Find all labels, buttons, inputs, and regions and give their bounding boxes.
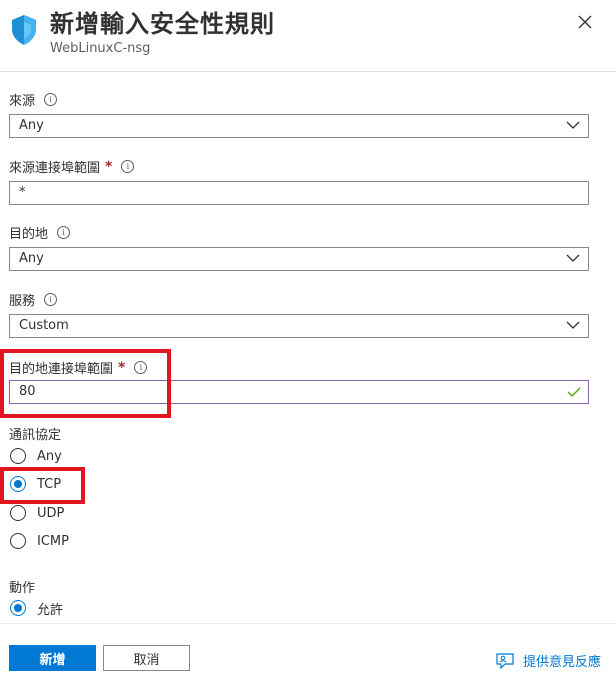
- protocol-option-any[interactable]: Any: [10, 446, 62, 466]
- destination-label: 目的地 i: [9, 223, 71, 242]
- radio-button[interactable]: [10, 533, 26, 549]
- checkmark-icon: [567, 387, 581, 397]
- service-label: 服務 i: [9, 290, 58, 309]
- required-marker: *: [118, 359, 126, 376]
- action-label-text: 動作: [9, 581, 36, 596]
- protocol-label-text: 通訊協定: [9, 428, 62, 443]
- source-label-text: 來源: [9, 94, 36, 109]
- page-title: 新增輸入安全性規則: [50, 10, 275, 38]
- feedback-icon: [496, 652, 514, 669]
- footer-divider: [0, 623, 616, 624]
- radio-label: TCP: [37, 476, 62, 492]
- source-port-label: 來源連接埠範圍 * i: [9, 157, 135, 176]
- radio-button[interactable]: [10, 448, 26, 464]
- add-button[interactable]: 新增: [9, 645, 96, 671]
- protocol-option-tcp[interactable]: TCP: [10, 474, 61, 494]
- destination-select[interactable]: Any: [9, 247, 589, 271]
- close-icon[interactable]: [575, 12, 595, 32]
- dest-port-label-text: 目的地連接埠範圍: [9, 362, 114, 377]
- radio-button-checked[interactable]: [10, 600, 26, 616]
- cancel-button[interactable]: 取消: [103, 645, 190, 671]
- radio-button[interactable]: [10, 505, 26, 521]
- source-label: 來源 i: [9, 90, 58, 109]
- source-port-label-text: 來源連接埠範圍: [9, 161, 101, 176]
- shield-icon: [12, 15, 36, 45]
- protocol-option-icmp[interactable]: ICMP: [10, 531, 69, 551]
- dest-port-label: 目的地連接埠範圍 * i: [9, 358, 148, 377]
- radio-label: Any: [37, 448, 62, 464]
- info-icon[interactable]: i: [121, 160, 135, 173]
- chevron-down-icon: [566, 121, 580, 129]
- feedback-label: 提供意見反應: [523, 655, 602, 670]
- dest-port-input[interactable]: 80: [9, 380, 589, 404]
- radio-button-checked[interactable]: [10, 476, 26, 492]
- panel-header: 新增輸入安全性規則 WebLinuxC-nsg: [0, 0, 616, 70]
- service-label-text: 服務: [9, 294, 36, 309]
- destination-label-text: 目的地: [9, 227, 49, 242]
- source-port-value: *: [19, 185, 26, 200]
- radio-label: 允許: [37, 602, 64, 618]
- service-value: Custom: [19, 318, 69, 333]
- source-value: Any: [19, 118, 44, 133]
- chevron-down-icon: [566, 254, 580, 262]
- dest-port-value: 80: [19, 384, 36, 399]
- info-icon[interactable]: i: [57, 226, 71, 239]
- action-label: 動作: [9, 577, 35, 596]
- protocol-option-udp[interactable]: UDP: [10, 503, 64, 523]
- page-subtitle: WebLinuxC-nsg: [50, 41, 151, 56]
- radio-label: ICMP: [37, 533, 69, 549]
- header-divider: [0, 71, 616, 72]
- destination-value: Any: [19, 251, 44, 266]
- info-icon[interactable]: i: [134, 361, 148, 374]
- feedback-link[interactable]: 提供意見反應: [496, 651, 601, 670]
- protocol-label: 通訊協定: [9, 424, 61, 443]
- radio-label: UDP: [37, 505, 65, 521]
- source-select[interactable]: Any: [9, 114, 589, 138]
- action-option-allow[interactable]: 允許: [10, 598, 63, 618]
- source-port-input[interactable]: *: [9, 181, 589, 205]
- required-marker: *: [105, 158, 113, 175]
- info-icon[interactable]: i: [44, 293, 58, 306]
- service-select[interactable]: Custom: [9, 314, 589, 338]
- chevron-down-icon: [566, 321, 580, 329]
- info-icon[interactable]: i: [44, 93, 58, 106]
